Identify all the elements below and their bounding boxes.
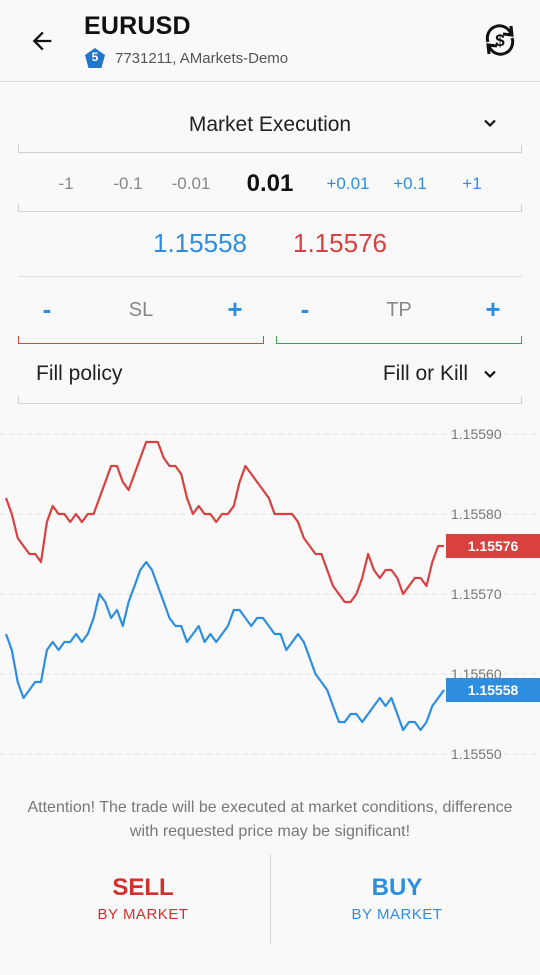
back-arrow-icon	[32, 31, 52, 51]
symbol-title: EURUSD	[84, 12, 191, 40]
trade-actions: SELL BY MARKET BUY BY MARKET	[0, 852, 540, 952]
bid-price-line	[4, 560, 445, 732]
buy-label: BUY	[371, 874, 423, 901]
fill-policy-select[interactable]: Fill policy Fill or Kill	[18, 352, 522, 404]
volume-minus-1-button[interactable]: -1	[36, 174, 96, 194]
attention-notice: Attention! The trade will be executed at…	[27, 799, 513, 840]
badge-number: 5	[91, 50, 99, 64]
sell-label: SELL	[112, 874, 174, 901]
volume-plus-0.01-button[interactable]: +0.01	[318, 174, 378, 194]
volume-minus-0.01-button[interactable]: -0.01	[161, 174, 221, 194]
y-tick-label: 1.15550	[451, 746, 502, 762]
ask-price-tag-label: 1.15576	[468, 538, 519, 554]
execution-type-select[interactable]: Market Execution	[18, 97, 522, 153]
chevron-down-icon	[484, 370, 496, 379]
volume-underline	[18, 204, 522, 212]
currency-sync-icon: $	[485, 24, 515, 56]
execution-underline	[18, 145, 522, 153]
ask-price-line	[4, 440, 444, 604]
stop-loss-stepper: - SL +	[18, 290, 264, 345]
ask-price: 1.15576	[293, 228, 387, 258]
chevron-down-icon	[484, 119, 496, 128]
volume-minus-0.1-button[interactable]: -0.1	[98, 174, 158, 194]
tp-underline	[276, 336, 522, 344]
volume-plus-1-button[interactable]: +1	[442, 174, 502, 194]
bid-price-tag-label: 1.15558	[468, 682, 519, 698]
quote-prices: 1.15558 1.15576	[0, 228, 540, 268]
volume-stepper: -1 -0.1 -0.01 0.01 +0.01 +0.1 +1	[18, 160, 522, 212]
volume-plus-0.1-button[interactable]: +0.1	[380, 174, 440, 194]
sl-plus-button[interactable]: +	[220, 294, 250, 325]
y-tick-label: 1.15580	[451, 506, 502, 522]
take-profit-stepper: - TP +	[276, 290, 522, 345]
tp-plus-button[interactable]: +	[478, 294, 508, 325]
account-info: 5 7731211, AMarkets-Demo	[84, 47, 288, 69]
y-tick-label: 1.15570	[451, 586, 502, 602]
fill-policy-value: Fill or Kill	[382, 362, 468, 385]
account-badge: 5	[84, 47, 106, 69]
buy-sublabel: BY MARKET	[351, 906, 443, 923]
tick-chart: 1.155901.155801.155701.155601.155501.155…	[0, 426, 540, 762]
account-text: 7731211, AMarkets-Demo	[115, 49, 289, 67]
bid-price: 1.15558	[153, 228, 247, 258]
fill-policy-underline	[18, 396, 522, 404]
sell-by-market-button[interactable]: SELL BY MARKET	[8, 852, 278, 946]
prices-divider	[18, 276, 522, 277]
svg-text:$: $	[495, 31, 505, 50]
back-button[interactable]	[22, 22, 62, 60]
execution-type-value: Market Execution	[188, 113, 352, 136]
app-header: EURUSD 5 7731211, AMarkets-Demo $	[0, 0, 540, 82]
fill-policy-label: Fill policy	[36, 362, 123, 385]
y-tick-label: 1.15590	[451, 426, 502, 442]
currency-sync-button[interactable]: $	[480, 20, 520, 60]
sl-underline	[18, 336, 264, 344]
volume-value[interactable]: 0.01	[240, 170, 300, 198]
buy-by-market-button[interactable]: BUY BY MARKET	[262, 852, 532, 946]
sell-sublabel: BY MARKET	[97, 906, 189, 923]
